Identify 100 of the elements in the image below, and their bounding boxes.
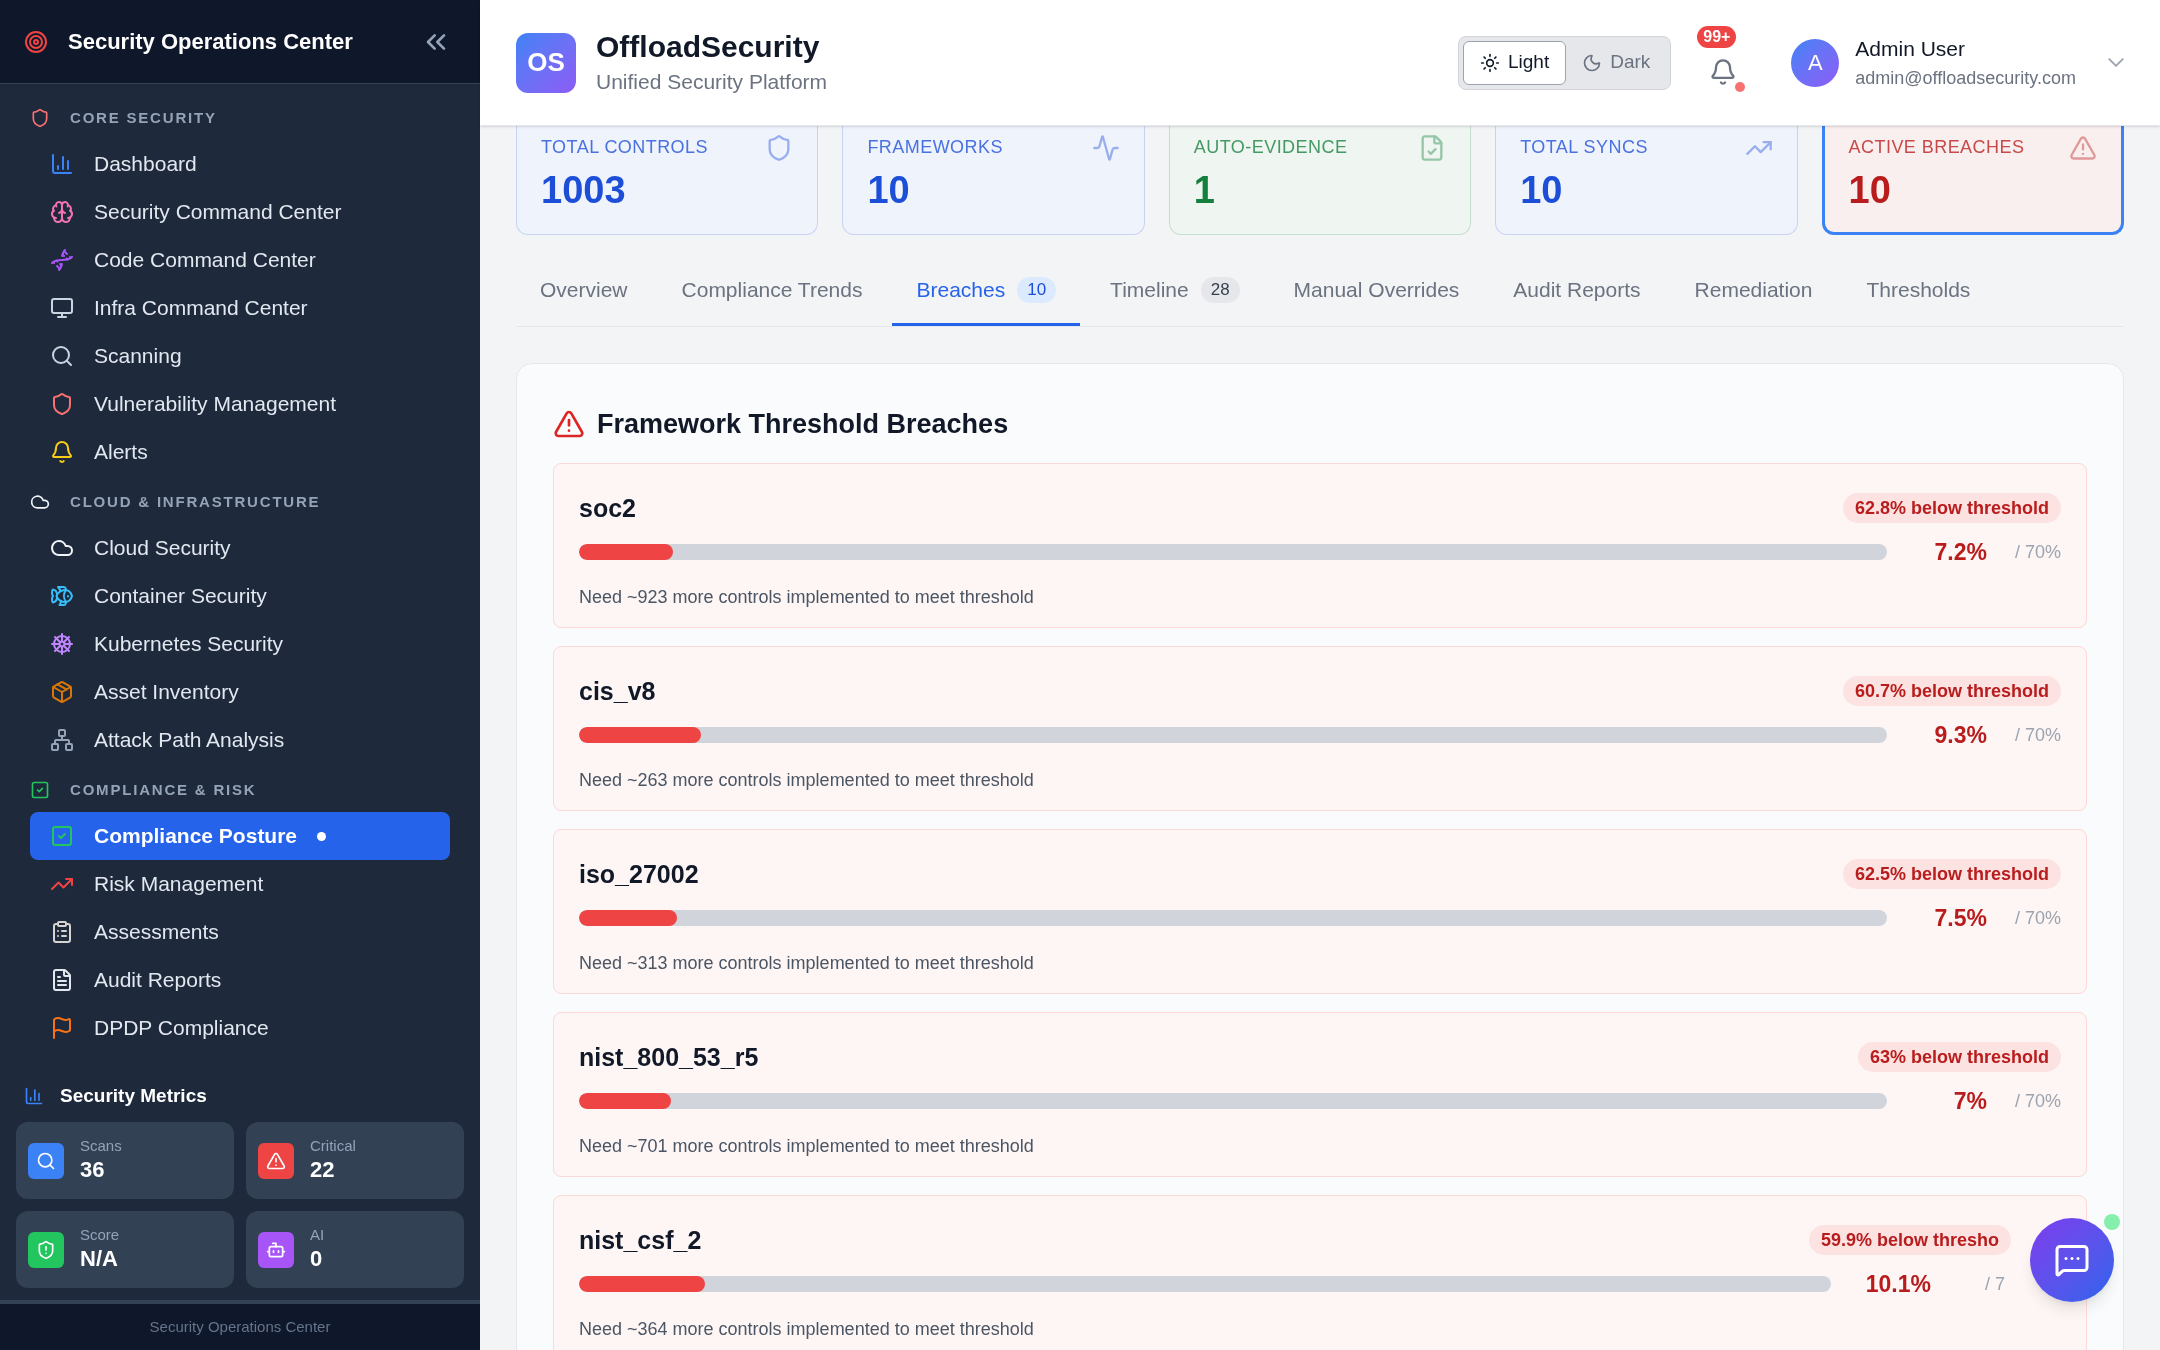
- threshold-value: / 70%: [2013, 906, 2061, 930]
- fish-icon: [50, 584, 74, 608]
- metric-value: 0: [310, 1245, 324, 1273]
- warning-icon-glyph: [266, 1150, 286, 1171]
- nav-item[interactable]: Attack Path Analysis: [30, 716, 450, 764]
- sidebar-title: Security Operations Center: [68, 28, 354, 56]
- shield-icon: [30, 108, 50, 128]
- nav-item[interactable]: Vulnerability Management: [30, 380, 450, 428]
- stat-value: 10: [1848, 168, 1892, 213]
- stat-label: ACTIVE BREACHES: [1848, 136, 2025, 159]
- compliance-percent: 9.3%: [1933, 721, 1987, 750]
- brand-name: OffloadSecurity: [596, 29, 821, 65]
- tab-count: 28: [1200, 277, 1240, 303]
- breach-note: Need ~313 more controls implemented to meet threshold: [579, 951, 1035, 975]
- stat-label: FRAMEWORKS: [867, 136, 1003, 159]
- section-heading: CORE SECURITY: [70, 107, 217, 128]
- framework-name: cis_v8: [579, 675, 656, 707]
- nav-label: Scanning: [94, 343, 182, 370]
- check-square-icon: [50, 824, 74, 848]
- search-icon: [50, 344, 74, 368]
- breach-badge: 62.5% below threshold: [1842, 859, 2061, 890]
- stat-value: 10: [867, 168, 911, 213]
- nav-label: Code Command Center: [94, 247, 316, 274]
- nav-label: Container Security: [94, 583, 267, 610]
- nav-label: Vulnerability Management: [94, 391, 337, 418]
- nav-label: Assessments: [94, 919, 219, 946]
- bar-chart-icon: [24, 1086, 44, 1106]
- threshold-value: / 70%: [2013, 540, 2061, 564]
- threshold-value: / 70%: [2013, 723, 2061, 747]
- nav-item[interactable]: Risk Management: [30, 860, 450, 908]
- nav-item[interactable]: Scanning: [30, 332, 450, 380]
- target-icon: [24, 29, 48, 54]
- nav-item[interactable]: Container Security: [30, 572, 450, 620]
- nav-item[interactable]: DPDP Compliance: [30, 1004, 450, 1052]
- metric-value: N/A: [80, 1245, 119, 1273]
- metric-label: Critical: [310, 1137, 356, 1157]
- compliance-percent: 7.5%: [1933, 904, 1987, 933]
- tab[interactable]: Remediation: [1670, 257, 1837, 326]
- tab[interactable]: Manual Overrides: [1269, 257, 1484, 326]
- bell-icon: [1709, 57, 1738, 86]
- sun-icon: [1479, 52, 1500, 73]
- nav-item[interactable]: Assessments: [30, 908, 450, 956]
- section-heading: CLOUD & INFRASTRUCTURE: [70, 491, 321, 512]
- compliance-percent: 7.2%: [1933, 538, 1987, 567]
- tab[interactable]: Overview: [516, 257, 652, 326]
- package-icon: [50, 680, 74, 704]
- metrics-title: Security Metrics: [60, 1083, 207, 1108]
- section-heading: COMPLIANCE & RISK: [70, 779, 257, 800]
- nav-label: Security Command Center: [94, 199, 342, 226]
- bar-chart-icon: [50, 152, 74, 176]
- nav-label: Audit Reports: [94, 967, 222, 994]
- cloud-icon: [30, 492, 50, 512]
- metric-value: 22: [310, 1156, 336, 1184]
- nav-item[interactable]: Kubernetes Security: [30, 620, 450, 668]
- nav-label: Compliance Posture: [94, 823, 298, 850]
- theme-option[interactable]: Dark: [1566, 40, 1667, 85]
- check-square-icon: [30, 780, 50, 800]
- metric-value: 36: [80, 1156, 106, 1184]
- chevron-down-icon: [2108, 58, 2124, 67]
- tab[interactable]: Timeline 28: [1086, 257, 1264, 326]
- nav-label: Risk Management: [94, 871, 264, 898]
- breach-badge: 63% below threshold: [1857, 1042, 2061, 1073]
- nav-label: Kubernetes Security: [94, 631, 284, 658]
- nav-item[interactable]: Security Command Center: [30, 188, 450, 236]
- breach-note: Need ~701 more controls implemented to meet threshold: [579, 1134, 1035, 1158]
- theme-option[interactable]: Light: [1462, 40, 1567, 85]
- nav-item[interactable]: Code Command Center: [30, 236, 450, 284]
- clipboard-icon: [50, 920, 74, 944]
- stat-value: 10: [1520, 168, 1564, 213]
- nav-item[interactable]: Alerts: [30, 428, 450, 476]
- tab[interactable]: Breaches 10: [892, 257, 1081, 326]
- tab[interactable]: Thresholds: [1842, 257, 1995, 326]
- panel-title: Framework Threshold Breaches: [597, 408, 1009, 441]
- stat-value: 1003: [541, 168, 627, 213]
- nav-item[interactable]: Dashboard: [30, 140, 450, 188]
- framework-name: soc2: [579, 492, 636, 524]
- nav-item[interactable]: Audit Reports: [30, 956, 450, 1004]
- stat-value: 1: [1193, 168, 1216, 213]
- nav-item[interactable]: Compliance Posture: [30, 812, 450, 860]
- nav-label: Cloud Security: [94, 535, 231, 562]
- compliance-percent: 10.1%: [1864, 1270, 1931, 1299]
- pulse-icon: [1091, 134, 1120, 162]
- nav-item[interactable]: Infra Command Center: [30, 284, 450, 332]
- nav-label: Infra Command Center: [94, 295, 308, 322]
- avatar: A: [1791, 38, 1840, 87]
- dna-icon: [50, 248, 74, 272]
- nav-item[interactable]: Asset Inventory: [30, 668, 450, 716]
- metric-label: AI: [310, 1226, 325, 1246]
- ship-wheel-icon: [50, 632, 74, 656]
- bell-icon: [50, 440, 74, 464]
- stat-label: TOTAL SYNCS: [1520, 136, 1648, 159]
- tab[interactable]: Compliance Trends: [657, 257, 887, 326]
- breach-note: Need ~923 more controls implemented to meet threshold: [579, 585, 1035, 609]
- footer-text: Security Operations Center: [149, 1316, 331, 1337]
- breach-badge: 60.7% below threshold: [1842, 676, 2061, 707]
- nav-item[interactable]: Cloud Security: [30, 524, 450, 572]
- shield-icon: [50, 392, 74, 416]
- brand-subtitle: Unified Security Platform: [596, 68, 828, 95]
- flag-icon: [50, 1016, 74, 1040]
- tab[interactable]: Audit Reports: [1489, 257, 1665, 326]
